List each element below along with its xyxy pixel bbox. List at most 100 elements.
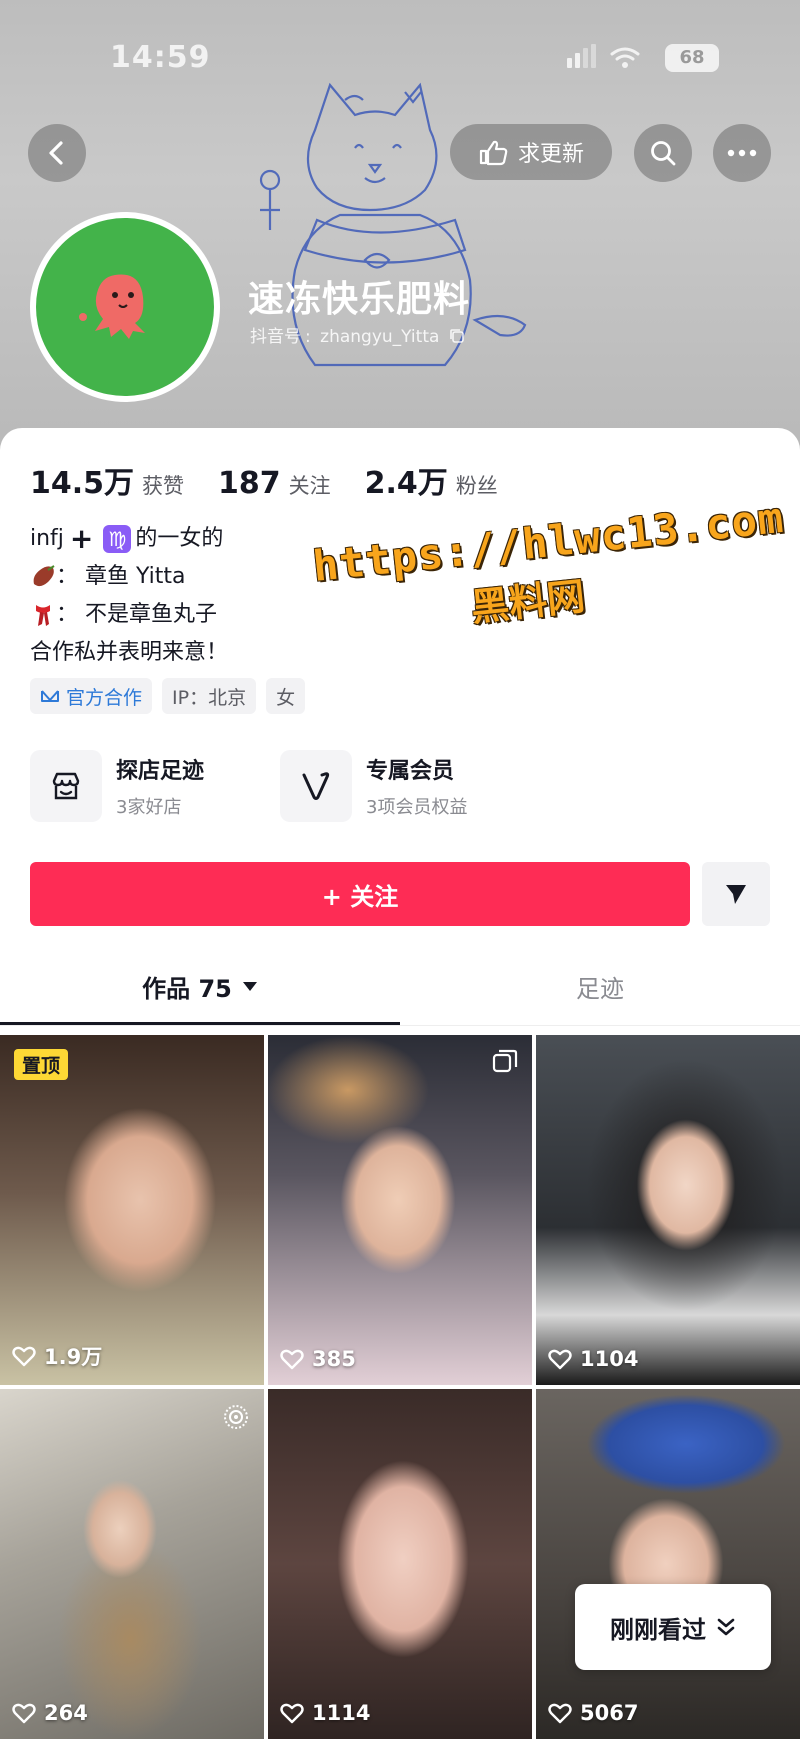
video-thumbnail <box>536 1389 800 1739</box>
like-count-value: 1114 <box>312 1701 371 1725</box>
just-viewed-button[interactable]: 刚刚看过 <box>575 1584 771 1670</box>
stat-label: 获赞 <box>142 474 185 498</box>
back-button[interactable] <box>28 124 86 182</box>
battery-indicator: 68 <box>665 44 719 72</box>
heart-outline-icon <box>280 1703 304 1724</box>
tabs-divider <box>0 1025 800 1026</box>
profile-tags: 官方合作 IP：北京 女 <box>30 678 306 714</box>
stat-label: 关注 <box>288 474 331 498</box>
video-tile[interactable]: 264 <box>0 1389 264 1739</box>
live-photo-icon <box>224 1405 248 1429</box>
avatar[interactable] <box>30 212 220 402</box>
tab-label: 作品 75 <box>142 974 232 1003</box>
more-dots-icon <box>727 149 757 157</box>
service-subtitle: 3家好店 <box>116 797 182 818</box>
like-count: 5067 <box>548 1701 638 1725</box>
send-arrow-icon <box>726 885 746 904</box>
stat-value: 187 <box>218 466 281 501</box>
tag-label: 女 <box>276 686 296 709</box>
bio-line-3: ： 不是章鱼丸子 <box>30 596 228 634</box>
heart-outline-icon <box>548 1703 572 1724</box>
service-title: 探店足迹 <box>116 759 205 784</box>
service-subtitle: 3项会员权益 <box>366 797 468 818</box>
service-store-visits[interactable]: 探店足迹 3家好店 <box>30 750 240 822</box>
video-thumbnail <box>268 1035 532 1385</box>
shop-icon <box>52 772 80 800</box>
bio-mbti: infj <box>30 526 64 551</box>
copy-icon[interactable] <box>449 328 465 344</box>
follow-button[interactable]: + 关注 <box>30 862 690 926</box>
stat-value: 2.4万 <box>364 466 448 501</box>
pointing-hand-icon <box>479 140 508 166</box>
tag-label: IP：北京 <box>172 686 247 709</box>
plus-emoji-icon: + <box>69 522 94 555</box>
like-count: 264 <box>12 1701 88 1725</box>
tag-gender: 女 <box>266 678 306 714</box>
video-tile[interactable]: 置顶 1.9万 <box>0 1035 264 1385</box>
like-count: 1104 <box>548 1347 638 1371</box>
like-count-value: 385 <box>312 1347 356 1371</box>
search-button[interactable] <box>634 124 692 182</box>
status-bar: 14:59 68 <box>0 0 800 110</box>
bio-line-4: 合作私并表明来意！ <box>30 634 228 672</box>
bio-line-1: infj + ♍ 的一女的 <box>30 520 228 558</box>
profile-stats: 14.5万 获赞 187 关注 2.4万 粉丝 <box>30 458 532 502</box>
signal-wifi-icons <box>567 44 640 68</box>
like-count: 1.9万 <box>12 1341 102 1371</box>
content-tabs: 作品 75 足迹 <box>0 948 800 1028</box>
tag-ip-location: IP：北京 <box>162 678 257 714</box>
stat-label: 粉丝 <box>455 474 498 498</box>
status-time: 14:59 <box>110 40 211 75</box>
stat-value: 14.5万 <box>30 466 135 501</box>
video-tile[interactable]: 1104 <box>536 1035 800 1385</box>
like-count-value: 264 <box>44 1701 88 1725</box>
like-count-value: 5067 <box>580 1701 639 1725</box>
tag-official-cooperation[interactable]: 官方合作 <box>30 678 153 714</box>
sweet-potato-icon <box>33 565 55 587</box>
tab-label: 足迹 <box>576 974 624 1003</box>
tab-works[interactable]: 作品 75 <box>0 948 400 1024</box>
heart-outline-icon <box>548 1349 572 1370</box>
tag-label: 官方合作 <box>66 686 143 709</box>
virgo-sign-icon: ♍ <box>103 525 132 553</box>
douyin-id-label: 抖音号 <box>250 327 301 347</box>
like-count-value: 1.9万 <box>44 1345 103 1369</box>
octopus-avatar-icon <box>79 274 145 339</box>
chevron-left-icon <box>49 141 63 165</box>
bio-text: 的一女的 <box>135 526 224 551</box>
heart-outline-icon <box>12 1703 36 1724</box>
video-tile[interactable]: 385 <box>268 1035 532 1385</box>
request-update-button[interactable]: 求更新 <box>450 124 612 180</box>
bio-text: ： 不是章鱼丸子 <box>56 602 217 627</box>
share-button[interactable] <box>702 862 770 926</box>
video-thumbnail <box>536 1035 800 1385</box>
profile-nickname: 速冻快乐肥料 <box>248 279 471 320</box>
video-thumbnail <box>0 1035 264 1385</box>
search-icon <box>651 141 676 166</box>
vip-v-icon <box>302 772 330 800</box>
video-thumbnail <box>0 1389 264 1739</box>
service-exclusive-membership[interactable]: 专属会员 3项会员权益 <box>280 750 490 822</box>
video-tile[interactable]: 1114 <box>268 1389 532 1739</box>
tab-footprint[interactable]: 足迹 <box>400 948 800 1024</box>
just-viewed-label: 刚刚看过 <box>610 1615 706 1644</box>
multi-image-icon <box>492 1049 518 1073</box>
service-title: 专属会员 <box>366 759 455 784</box>
douyin-id-value: zhangyu_Yitta <box>320 327 440 347</box>
more-button[interactable] <box>713 124 771 182</box>
douyin-id[interactable]: 抖音号: zhangyu_Yitta <box>250 322 465 347</box>
heart-outline-icon <box>12 1346 36 1367</box>
stat-followers[interactable]: 2.4万 粉丝 <box>365 458 498 502</box>
stat-likes[interactable]: 14.5万 获赞 <box>30 458 184 502</box>
request-update-label: 求更新 <box>517 142 584 167</box>
bio-text: 合作私并表明来意！ <box>30 640 229 665</box>
double-chevron-down-icon <box>717 1618 735 1636</box>
red-scarf-icon <box>36 605 50 626</box>
video-tile[interactable]: 5067 <box>536 1389 800 1739</box>
pinned-badge: 置顶 <box>14 1049 69 1080</box>
like-count-value: 1104 <box>580 1347 639 1371</box>
stat-following[interactable]: 187 关注 <box>218 466 331 501</box>
like-count: 1114 <box>280 1701 370 1725</box>
bio-line-2: ： 章鱼 Yitta <box>30 558 228 596</box>
like-count: 385 <box>280 1347 356 1371</box>
